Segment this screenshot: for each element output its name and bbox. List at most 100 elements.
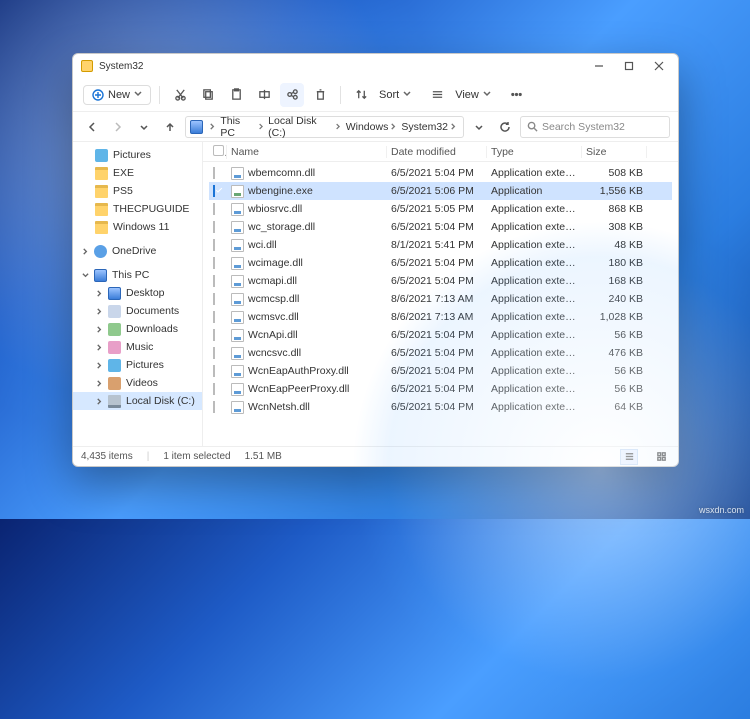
table-row[interactable]: wcmsvc.dll8/6/2021 7:13 AMApplication ex… — [209, 308, 672, 326]
checkbox-icon[interactable] — [213, 221, 215, 233]
new-button[interactable]: New — [83, 85, 151, 105]
new-label: New — [108, 89, 130, 101]
folder-icon — [81, 60, 93, 72]
sidebar-item-thispc[interactable]: This PC — [73, 266, 202, 284]
sidebar-item-music[interactable]: Music — [73, 338, 202, 356]
up-button[interactable] — [159, 116, 181, 138]
file-type: Application exten... — [487, 167, 582, 179]
file-date: 6/5/2021 5:04 PM — [387, 221, 487, 233]
close-button[interactable] — [644, 56, 674, 76]
file-date: 8/6/2021 7:13 AM — [387, 311, 487, 323]
forward-button[interactable] — [107, 116, 129, 138]
column-date[interactable]: Date modified — [387, 146, 487, 158]
checkbox-icon[interactable] — [213, 257, 215, 269]
file-size: 168 KB — [582, 275, 647, 287]
sort-button[interactable] — [349, 83, 373, 107]
window-title: System32 — [99, 61, 143, 72]
file-icon — [231, 293, 244, 306]
checkbox-icon[interactable] — [213, 185, 215, 197]
separator — [340, 86, 341, 104]
pictures-icon — [95, 149, 108, 162]
dropdown-button[interactable] — [468, 116, 490, 138]
table-row[interactable]: wci.dll8/1/2021 5:41 PMApplication exten… — [209, 236, 672, 254]
column-name[interactable]: Name — [227, 146, 387, 158]
checkbox-icon[interactable] — [213, 293, 215, 305]
sidebar-item-localdisk[interactable]: Local Disk (C:) — [73, 392, 202, 410]
minimize-button[interactable] — [584, 56, 614, 76]
refresh-button[interactable] — [494, 116, 516, 138]
sidebar-item-windows11[interactable]: Windows 11 — [73, 218, 202, 236]
sidebar-item-thecpuguide[interactable]: THECPUGUIDE — [73, 200, 202, 218]
breadcrumb-segment[interactable]: System32 — [399, 121, 459, 133]
table-row[interactable]: wcmapi.dll6/5/2021 5:04 PMApplication ex… — [209, 272, 672, 290]
sidebar-item-onedrive[interactable]: OneDrive — [73, 242, 202, 260]
details-view-button[interactable] — [620, 449, 638, 465]
table-row[interactable]: wcimage.dll6/5/2021 5:04 PMApplication e… — [209, 254, 672, 272]
column-headers[interactable]: Name Date modified Type Size — [203, 142, 678, 162]
thumb-view-button[interactable] — [652, 449, 670, 465]
sidebar-item-pictures[interactable]: Pictures — [73, 146, 202, 164]
file-name: wbengine.exe — [248, 185, 313, 197]
breadcrumb-segment[interactable]: Local Disk (C:) — [266, 115, 344, 139]
sidebar-item-desktop[interactable]: Desktop — [73, 284, 202, 302]
chevron-down-icon — [403, 89, 411, 101]
sidebar-item-exe[interactable]: EXE — [73, 164, 202, 182]
table-row[interactable]: WcnEapAuthProxy.dll6/5/2021 5:04 PMAppli… — [209, 362, 672, 380]
breadcrumb-segment[interactable]: This PC — [218, 115, 266, 139]
breadcrumb-segment[interactable]: Windows — [344, 121, 400, 133]
checkbox-icon[interactable] — [213, 203, 215, 215]
file-size: 308 KB — [582, 221, 647, 233]
delete-icon[interactable] — [308, 83, 332, 107]
checkbox-icon[interactable] — [213, 239, 215, 251]
sidebar-item-documents[interactable]: Documents — [73, 302, 202, 320]
column-size[interactable]: Size — [582, 146, 647, 158]
toolbar: New Sort View — [73, 78, 678, 112]
selection-size: 1.51 MB — [245, 451, 282, 462]
table-row[interactable]: wbiosrvc.dll6/5/2021 5:05 PMApplication … — [209, 200, 672, 218]
share-icon[interactable] — [280, 83, 304, 107]
checkbox-icon[interactable] — [213, 383, 215, 395]
breadcrumb[interactable]: This PC Local Disk (C:) Windows System32 — [185, 116, 464, 138]
column-type[interactable]: Type — [487, 146, 582, 158]
search-input[interactable]: Search System32 — [520, 116, 670, 138]
checkbox-icon[interactable] — [213, 167, 215, 179]
checkbox-icon[interactable] — [213, 401, 215, 413]
sidebar-item-ps5[interactable]: PS5 — [73, 182, 202, 200]
view-button[interactable] — [425, 83, 449, 107]
view-label[interactable]: View — [455, 89, 479, 101]
table-row[interactable]: wc_storage.dll6/5/2021 5:04 PMApplicatio… — [209, 218, 672, 236]
file-size: 868 KB — [582, 203, 647, 215]
checkbox-icon[interactable] — [213, 347, 215, 359]
maximize-button[interactable] — [614, 56, 644, 76]
chevron-down-icon — [134, 89, 142, 101]
table-row[interactable]: wbemcomn.dll6/5/2021 5:04 PMApplication … — [209, 164, 672, 182]
file-name: wbiosrvc.dll — [248, 203, 302, 215]
table-row[interactable]: WcnApi.dll6/5/2021 5:04 PMApplication ex… — [209, 326, 672, 344]
table-row[interactable]: WcnEapPeerProxy.dll6/5/2021 5:04 PMAppli… — [209, 380, 672, 398]
recent-button[interactable] — [133, 116, 155, 138]
music-icon — [108, 341, 121, 354]
cut-icon[interactable] — [168, 83, 192, 107]
copy-icon[interactable] — [196, 83, 220, 107]
more-icon[interactable] — [505, 83, 529, 107]
checkbox-icon[interactable] — [213, 311, 215, 323]
table-row[interactable]: wcmcsp.dll8/6/2021 7:13 AMApplication ex… — [209, 290, 672, 308]
file-type: Application — [487, 185, 582, 197]
table-row[interactable]: wbengine.exe6/5/2021 5:06 PMApplication1… — [209, 182, 672, 200]
rename-icon[interactable] — [252, 83, 276, 107]
file-name: wci.dll — [248, 239, 277, 251]
checkbox-icon[interactable] — [213, 275, 215, 287]
file-date: 6/5/2021 5:04 PM — [387, 383, 487, 395]
file-icon — [231, 239, 244, 252]
sidebar-item-downloads[interactable]: Downloads — [73, 320, 202, 338]
table-row[interactable]: WcnNetsh.dll6/5/2021 5:04 PMApplication … — [209, 398, 672, 416]
back-button[interactable] — [81, 116, 103, 138]
sidebar-item-videos[interactable]: Videos — [73, 374, 202, 392]
checkbox-icon[interactable] — [213, 329, 215, 341]
sidebar-item-pictures-pc[interactable]: Pictures — [73, 356, 202, 374]
paste-icon[interactable] — [224, 83, 248, 107]
checkbox-icon[interactable] — [213, 365, 215, 377]
sort-label[interactable]: Sort — [379, 89, 399, 101]
videos-icon — [108, 377, 121, 390]
table-row[interactable]: wcncsvc.dll6/5/2021 5:04 PMApplication e… — [209, 344, 672, 362]
